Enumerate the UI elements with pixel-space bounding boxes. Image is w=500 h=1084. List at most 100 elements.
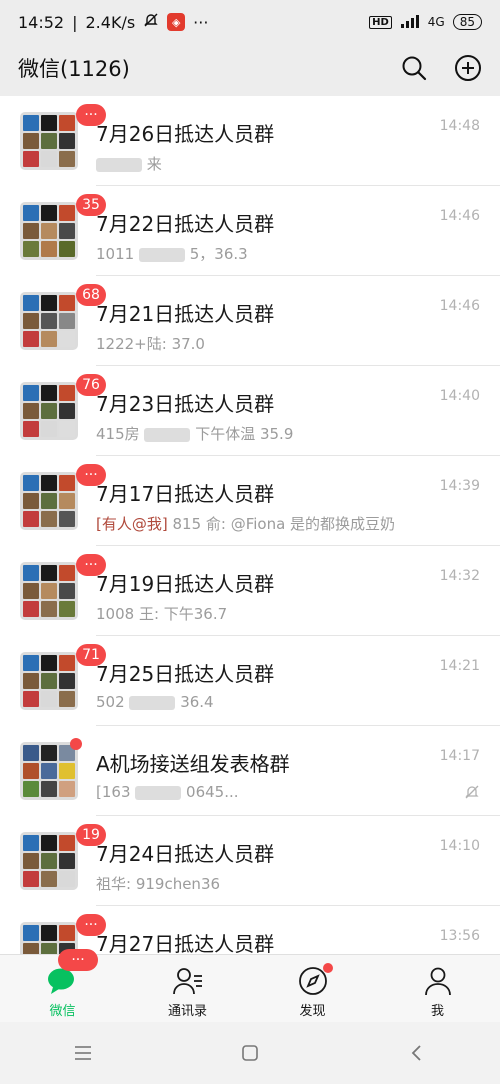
tab-me[interactable]: 我 [375,955,500,1023]
chat-time: 14:46 [439,208,480,224]
redacted-text [129,695,176,710]
group-avatar [20,472,78,530]
group-avatar [20,112,78,170]
status-speed: 2.4K/s [85,12,136,32]
preview-tail-text: 0645... [186,783,239,801]
tab-contacts[interactable]: 通讯录 [125,955,250,1023]
chat-row[interactable]: ··· 7月26日抵达人员群 来 14:48 [0,96,500,186]
chat-time: 13:56 [439,928,480,944]
chat-content: A机场接送组发表格群 [163 0645... [78,726,500,803]
chat-preview: 1011 5，36.3 [96,243,500,263]
more-notifications-icon: ··· [193,12,209,32]
chat-row[interactable]: 35 7月22日抵达人员群 1011 5，36.3 14:46 [0,186,500,276]
search-icon[interactable] [400,54,428,82]
group-avatar [20,292,78,350]
tab-label: 微信 [49,1004,76,1019]
network-type: 4G [427,15,445,29]
preview-tail-text: 5，36.3 [189,245,248,263]
chat-content: 7月19日抵达人员群 1008 王: 下午36.7 [78,546,500,623]
chat-avatar-wrap: ··· [20,104,106,170]
group-avatar [20,652,78,710]
chat-row[interactable]: ··· 7月17日抵达人员群 [有人@我] 815 俞: @Fiona 是的都换成豆… [0,456,500,546]
app-notification-icon: ◈ [167,13,186,31]
chat-time: 14:17 [439,748,480,764]
chat-avatar-wrap: 76 [20,374,106,440]
tab-label: 发现 [299,1004,326,1019]
preview-tail-text: 下午体温 35.9 [195,425,294,443]
chat-avatar-wrap [20,738,82,800]
chat-content: 7月26日抵达人员群 来 [78,96,500,173]
tab-discover[interactable]: 发现 [250,955,375,1023]
chat-avatar-wrap: ··· [20,464,106,530]
chat-row[interactable]: ··· 7月19日抵达人员群 1008 王: 下午36.7 14:32 [0,546,500,636]
header-actions [400,54,482,82]
chat-avatar-wrap: ··· [20,554,106,620]
chat-preview: [有人@我] 815 俞: @Fiona 是的都换成豆奶 [96,513,500,533]
chat-preview: 1222+陆: 37.0 [96,333,500,353]
chat-avatar-wrap: 71 [20,644,106,710]
chat-content: 7月23日抵达人员群 415房 下午体温 35.9 [78,366,500,443]
status-separator: | [72,12,78,32]
mute-status-icon [143,12,159,32]
status-time: 14:52 [18,12,65,32]
chat-time: 14:21 [439,658,480,674]
redacted-text [96,157,142,172]
contacts-icon [172,965,204,997]
preview-text: 1222+陆: 37.0 [96,335,205,353]
preview-text: 415房 [96,425,140,443]
preview-text: 502 [96,693,125,711]
redacted-text [135,785,182,800]
compass-icon [297,963,333,997]
chat-list: ··· 7月26日抵达人员群 来 14:48 35 7月22日抵达人员群 1011 5，3… [0,96,500,954]
tab-label: 通讯录 [167,1004,207,1019]
chat-preview: [163 0645... [96,783,500,803]
tab-unread-badge: ··· [58,949,98,971]
preview-text: [163 [96,783,131,801]
add-icon[interactable] [454,54,482,82]
chat-row[interactable]: 71 7月25日抵达人员群 502 36.4 14:21 [0,636,500,726]
chat-row[interactable]: 19 7月24日抵达人员群 祖华: 919chen36 14:10 [0,816,500,906]
chat-time: 14:10 [439,838,480,854]
chat-avatar-wrap: 68 [20,284,106,350]
hd-icon: HD [369,15,392,29]
back-nav-icon[interactable] [397,1033,437,1073]
status-right: HD 4G 85 [369,14,482,31]
chat-preview: 502 36.4 [96,693,500,713]
preview-tail-text: 来 [146,155,162,173]
chat-preview: 1008 王: 下午36.7 [96,603,500,623]
group-avatar [20,202,78,260]
tab-label: 我 [430,1004,444,1019]
chat-preview: 415房 下午体温 35.9 [96,423,500,443]
chat-time: 14:48 [439,118,480,134]
tab-bar: ··· 微信 通讯录 发现 我 [0,949,500,1023]
chat-avatar-wrap: 35 [20,194,106,260]
mention-tag: [有人@我] [96,515,168,533]
system-nav-bar [0,1022,500,1084]
group-avatar [20,832,78,890]
menu-nav-icon[interactable] [63,1033,103,1073]
chat-row[interactable]: 76 7月23日抵达人员群 415房 下午体温 35.9 14:40 [0,366,500,456]
status-left: 14:52 | 2.4K/s ◈ ··· [18,12,208,32]
signal-icon [400,14,420,31]
chat-preview: 祖华: 919chen36 [96,873,500,893]
chat-row[interactable]: ··· 7月27日抵达人员群 13:56 [0,906,500,954]
preview-text: 1008 王: 下午36.7 [96,605,228,623]
page-title: 微信(1126) [18,57,130,81]
preview-tail-text: 36.4 [180,693,214,711]
preview-text: 1011 [96,245,135,263]
chat-row[interactable]: 68 7月21日抵达人员群 1222+陆: 37.0 14:46 [0,276,500,366]
chat-content: 7月24日抵达人员群 祖华: 919chen36 [78,816,500,893]
battery-icon: 85 [452,14,482,30]
chat-time: 14:40 [439,388,480,404]
chat-content: 7月21日抵达人员群 1222+陆: 37.0 [78,276,500,353]
home-nav-icon[interactable] [230,1033,270,1073]
chat-content: 7月22日抵达人员群 1011 5，36.3 [78,186,500,263]
chat-row[interactable]: A机场接送组发表格群 [163 0645... 14:17 [0,726,500,816]
chat-preview: 来 [96,153,500,173]
person-icon [422,965,454,997]
tab-dot-badge [322,963,333,973]
preview-text: 祖华: 919chen36 [96,875,221,893]
preview-text: 815 俞: @Fiona 是的都换成豆奶 [167,515,396,533]
chat-avatar-wrap: 19 [20,824,106,890]
tab-chats[interactable]: ··· 微信 [0,949,125,1023]
